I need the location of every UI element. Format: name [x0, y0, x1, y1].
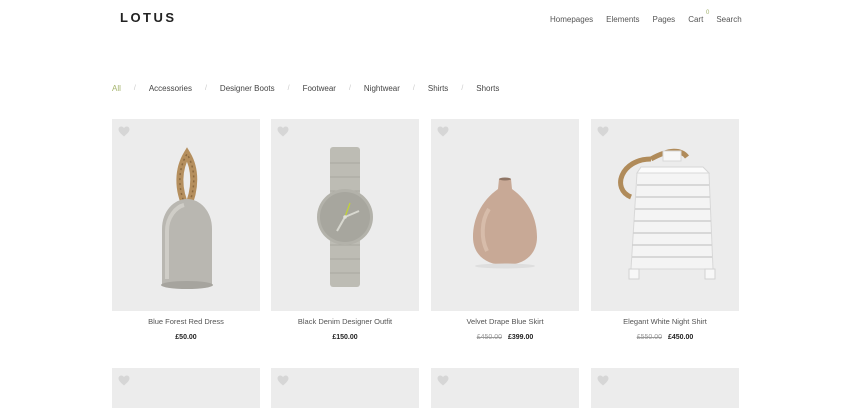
product-sale-price: £399.00 [507, 334, 534, 341]
filter-designer-boots[interactable]: Designer Boots [220, 84, 275, 93]
product-card-partial[interactable] [431, 368, 579, 408]
product-image[interactable] [431, 119, 579, 311]
product-card-partial[interactable] [112, 368, 260, 408]
filter-nightwear[interactable]: Nightwear [364, 84, 400, 93]
nav-pages[interactable]: Pages [653, 15, 676, 24]
lantern-image [618, 148, 716, 280]
product-name[interactable]: Black Denim Designer Outfit [271, 317, 419, 326]
product-price: £50.00 [175, 334, 197, 341]
product-old-price: £550.00 [636, 334, 663, 341]
product-name[interactable]: Velvet Drape Blue Skirt [431, 317, 579, 326]
product-card-partial[interactable] [271, 368, 419, 408]
product-card[interactable]: Blue Forest Red Dress £50.00 [112, 119, 260, 341]
category-filters: All / Accessories / Designer Boots / Foo… [112, 84, 499, 93]
product-card[interactable]: Black Denim Designer Outfit £150.00 [271, 119, 419, 341]
product-price: £550.00 £450.00 [591, 334, 739, 341]
filter-all[interactable]: All [112, 84, 121, 93]
product-price: £450.00 £399.00 [431, 334, 579, 341]
product-image[interactable] [112, 119, 260, 311]
product-name[interactable]: Elegant White Night Shirt [591, 317, 739, 326]
nav-cart[interactable]: Cart 0 [688, 10, 709, 24]
site-logo[interactable]: LOTUS [120, 10, 177, 25]
product-image[interactable] [271, 119, 419, 311]
product-card-partial[interactable] [591, 368, 739, 408]
watch-image [317, 147, 373, 287]
nav-elements[interactable]: Elements [606, 15, 639, 24]
product-sale-price: £450.00 [667, 334, 694, 341]
product-name[interactable]: Blue Forest Red Dress [112, 317, 260, 326]
cart-count-badge: 0 [705, 10, 710, 16]
heart-icon[interactable] [437, 375, 449, 386]
filter-shirts[interactable]: Shirts [428, 84, 448, 93]
nav-search[interactable]: Search [716, 15, 741, 24]
filter-separator: / [287, 85, 290, 92]
filter-separator: / [348, 85, 351, 92]
filter-separator: / [461, 85, 464, 92]
filter-footwear[interactable]: Footwear [303, 84, 336, 93]
heart-icon[interactable] [118, 375, 130, 386]
filter-separator: / [412, 85, 415, 92]
nav-homepages[interactable]: Homepages [550, 15, 593, 24]
product-price: £150.00 [332, 334, 358, 341]
vase-image [473, 177, 537, 269]
heart-icon[interactable] [277, 375, 289, 386]
filter-separator: / [133, 85, 136, 92]
doorstop-image [161, 147, 213, 289]
product-old-price: £450.00 [476, 334, 503, 341]
filter-shorts[interactable]: Shorts [476, 84, 499, 93]
filter-separator: / [204, 85, 207, 92]
heart-icon[interactable] [597, 375, 609, 386]
product-image[interactable] [591, 119, 739, 311]
product-card[interactable]: Velvet Drape Blue Skirt £450.00 £399.00 [431, 119, 579, 341]
nav-cart-label: Cart [688, 15, 704, 24]
product-card[interactable]: Elegant White Night Shirt £550.00 £450.0… [591, 119, 739, 341]
main-nav: Homepages Elements Pages Cart 0 Search [550, 10, 742, 24]
filter-accessories[interactable]: Accessories [149, 84, 192, 93]
